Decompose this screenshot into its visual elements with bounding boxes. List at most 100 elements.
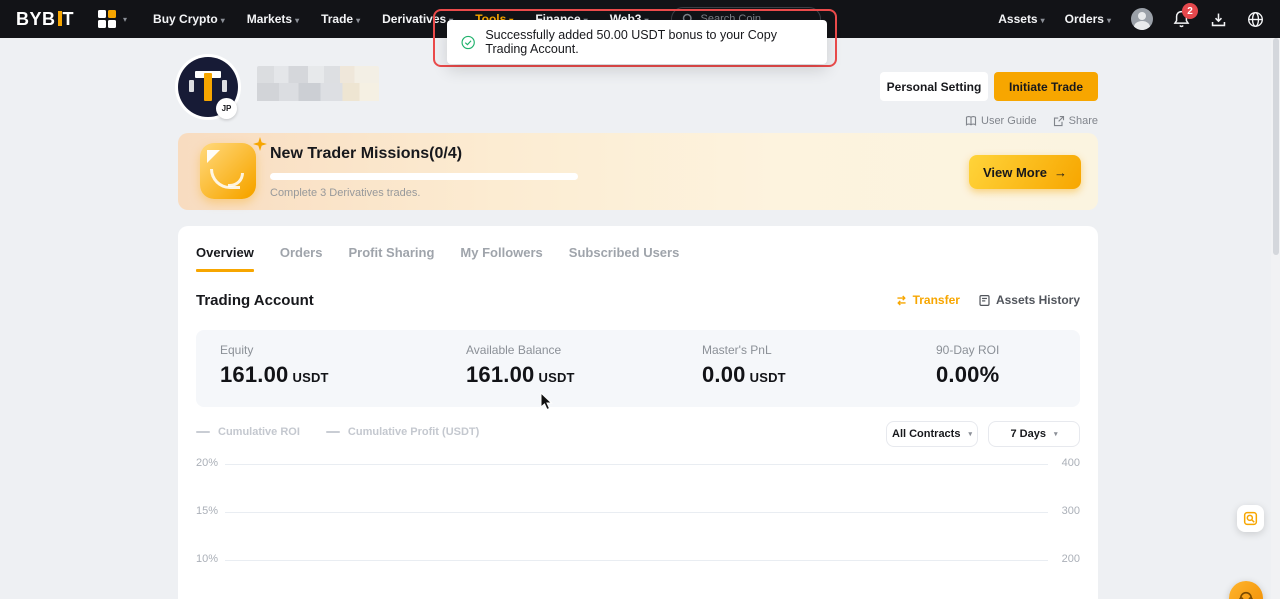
logo-bar-icon — [58, 11, 62, 26]
trading-overview-card — [178, 226, 1098, 599]
tab-my-followers[interactable]: My Followers — [460, 245, 542, 272]
tab-bar: Overview Orders Profit Sharing My Follow… — [196, 245, 679, 272]
notifications-button[interactable]: 2 — [1173, 10, 1190, 28]
missions-title: New Trader Missions(0/4) — [270, 145, 462, 163]
avatar-t-stem — [204, 73, 212, 101]
missions-gift-icon — [200, 143, 256, 199]
apps-grid-icon[interactable]: ▾ — [98, 10, 127, 28]
user-avatar-icon[interactable] — [1131, 8, 1153, 30]
stat-available-balance: Available Balance 161.00USDT — [466, 343, 575, 388]
missions-description: Complete 3 Derivatives trades. — [270, 187, 420, 199]
stat-90day-roi: 90-Day ROI 0.00% — [936, 343, 1003, 388]
initiate-trade-button[interactable]: Initiate Trade — [994, 72, 1098, 101]
success-check-icon — [461, 34, 475, 51]
logo-text-suffix: T — [63, 9, 75, 30]
contracts-filter-value: All Contracts — [892, 428, 960, 440]
right-axis-tick: 300 — [1062, 505, 1080, 517]
scrollbar-thumb[interactable] — [1273, 38, 1279, 255]
avatar-logo-part — [222, 80, 227, 92]
user-guide-link[interactable]: User Guide — [965, 115, 1037, 127]
transfer-swap-icon — [895, 294, 908, 307]
gridline — [225, 560, 1048, 561]
legend-cumulative-roi[interactable]: Cumulative ROI — [196, 426, 300, 438]
missions-progress-bar — [270, 173, 578, 180]
nav-item-markets[interactable]: Markets▾ — [247, 12, 299, 26]
personal-setting-button[interactable]: Personal Setting — [880, 72, 988, 101]
chevron-down-icon: ▾ — [356, 16, 360, 25]
arrow-right-icon: → — [1054, 165, 1067, 180]
nav-item-buy-crypto[interactable]: Buy Crypto▾ — [153, 12, 225, 26]
support-chat-button[interactable] — [1229, 581, 1263, 599]
stat-value: 0.00% — [936, 362, 1003, 388]
chevron-down-icon: ▾ — [1107, 16, 1111, 25]
stat-number: 161.00 — [466, 362, 535, 387]
tab-overview[interactable]: Overview — [196, 245, 254, 272]
nav-right-cluster: Assets▾ Orders▾ 2 — [998, 8, 1264, 30]
stat-masters-pnl: Master's PnL 0.00USDT — [702, 343, 786, 388]
nav-item-label: Orders — [1065, 12, 1104, 26]
chart-legend: Cumulative ROI Cumulative Profit (USDT) — [196, 426, 479, 438]
icon-fold — [207, 150, 220, 163]
toast-message: Successfully added 50.00 USDT bonus to y… — [485, 28, 813, 56]
nav-item-trade[interactable]: Trade▾ — [321, 12, 360, 26]
user-guide-label: User Guide — [981, 115, 1037, 127]
left-axis-tick: 20% — [196, 457, 218, 469]
logo-text-prefix: BYB — [16, 9, 56, 30]
copy-trading-page: BYBT ▾ Buy Crypto▾ Markets▾ Trade▾ Deriv… — [0, 0, 1280, 599]
nav-item-assets[interactable]: Assets▾ — [998, 12, 1044, 26]
avatar-logo-part — [189, 80, 194, 92]
legend-cumulative-profit[interactable]: Cumulative Profit (USDT) — [326, 426, 479, 438]
gridline — [225, 464, 1048, 465]
tab-profit-sharing[interactable]: Profit Sharing — [348, 245, 434, 272]
nav-item-label: Markets — [247, 12, 292, 26]
nav-item-derivatives[interactable]: Derivatives▾ — [382, 12, 453, 26]
period-filter-value: 7 Days — [1011, 428, 1046, 440]
language-globe-icon[interactable] — [1247, 11, 1264, 28]
share-link[interactable]: Share — [1053, 115, 1098, 127]
nav-item-label: Trade — [321, 12, 353, 26]
chevron-down-icon: ▾ — [221, 16, 225, 25]
transfer-label: Transfer — [913, 293, 960, 307]
page-scrollbar[interactable] — [1271, 38, 1280, 599]
tab-subscribed-users[interactable]: Subscribed Users — [569, 245, 680, 272]
contracts-filter-dropdown[interactable]: All Contracts ▾ — [886, 421, 978, 447]
book-icon — [965, 115, 977, 127]
legend-line-icon — [326, 431, 340, 433]
view-more-label: View More — [983, 165, 1047, 180]
stat-unit: USDT — [539, 370, 575, 385]
chevron-down-icon: ▾ — [968, 430, 972, 438]
assets-history-label: Assets History — [996, 293, 1080, 307]
nav-item-orders[interactable]: Orders▾ — [1065, 12, 1111, 26]
view-more-button[interactable]: View More → — [969, 155, 1081, 189]
stat-unit: USDT — [293, 370, 329, 385]
transfer-link[interactable]: Transfer — [895, 293, 960, 307]
stat-value: 0.00USDT — [702, 362, 786, 388]
success-toast: Successfully added 50.00 USDT bonus to y… — [447, 20, 827, 64]
trader-avatar[interactable]: JP — [178, 57, 238, 117]
chart-grid-row: 10% 200 — [196, 553, 1080, 567]
region-badge: JP — [216, 98, 237, 119]
chevron-down-icon: ▾ — [1041, 16, 1045, 25]
bybit-logo[interactable]: BYB T — [16, 9, 74, 30]
stat-label: Master's PnL — [702, 343, 786, 357]
stat-equity: Equity 161.00USDT — [220, 343, 329, 388]
download-app-icon[interactable] — [1210, 11, 1227, 28]
assets-history-link[interactable]: Assets History — [978, 293, 1080, 307]
chart-grid-row: 20% 400 — [196, 457, 1080, 471]
document-search-icon — [1243, 511, 1258, 526]
nav-item-label: Derivatives — [382, 12, 446, 26]
tab-orders[interactable]: Orders — [280, 245, 323, 272]
period-filter-dropdown[interactable]: 7 Days ▾ — [988, 421, 1080, 447]
document-icon — [978, 294, 991, 307]
gridline — [225, 512, 1048, 513]
stat-value: 161.00 USDT — [466, 362, 575, 388]
account-links: Transfer Assets History — [880, 293, 1080, 307]
account-stats-panel: Equity 161.00USDT Available Balance 161.… — [196, 330, 1080, 407]
inspect-widget-button[interactable] — [1237, 505, 1264, 532]
right-axis-tick: 200 — [1062, 553, 1080, 565]
grid-cells-icon — [98, 10, 116, 28]
legend-line-icon — [196, 431, 210, 433]
chevron-down-icon: ▾ — [295, 16, 299, 25]
stat-value: 161.00USDT — [220, 362, 329, 388]
stat-number: 0.00 — [702, 362, 746, 387]
